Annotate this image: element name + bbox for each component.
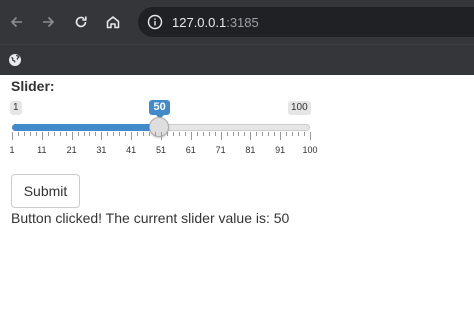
slider-minor-tick: [149, 132, 151, 136]
slider-minor-tick: [166, 132, 168, 136]
slider-minor-tick: [172, 132, 174, 136]
slider-minor-tick: [23, 132, 25, 136]
slider-minor-tick: [274, 132, 276, 136]
slider-minor-tick: [256, 132, 258, 136]
slider-minor-tick: [77, 132, 79, 136]
slider-tick-label: 100: [302, 145, 318, 155]
slider-minor-tick: [184, 132, 186, 136]
url-port: :3185: [226, 14, 259, 30]
back-icon: [10, 16, 22, 28]
slider-minor-tick: [292, 132, 294, 136]
slider-minor-tick: [178, 132, 180, 136]
slider-minor-tick: [304, 132, 306, 136]
slider-minor-tick: [155, 132, 157, 136]
slider-minor-tick: [298, 132, 300, 136]
slider-label: Slider:: [11, 78, 55, 94]
slider-max-label: 100: [288, 101, 311, 115]
slider-minor-tick: [238, 132, 240, 136]
slider-tick-label: 1: [9, 145, 15, 155]
slider-minor-tick: [226, 132, 228, 136]
slider-minor-tick: [59, 132, 61, 136]
home-icon: [106, 16, 120, 29]
result-message: Button clicked! The current slider value…: [11, 210, 290, 226]
slider-fill: [12, 124, 160, 131]
slider-minor-tick: [208, 132, 210, 136]
slider-minor-tick: [125, 132, 127, 136]
slider-tick: [161, 132, 162, 140]
slider-tick-label: 61: [185, 145, 196, 155]
slider-minor-tick: [119, 132, 121, 136]
slider-minor-tick: [17, 132, 19, 136]
reload-icon: [75, 16, 87, 28]
slider-minor-tick: [89, 132, 91, 136]
slider-tick: [101, 132, 103, 140]
slider-tick-label: 11: [37, 145, 47, 155]
slider-tick: [71, 132, 73, 140]
slider-min-label: 1: [10, 101, 22, 115]
slider-tick: [280, 132, 282, 140]
slider-minor-tick: [35, 132, 37, 136]
slider-tick-label: 31: [96, 145, 107, 155]
slider-minor-tick: [137, 132, 139, 136]
slider-minor-tick: [244, 132, 246, 136]
slider-tick-label: 51: [155, 145, 167, 155]
slider-tick: [12, 132, 13, 140]
slider-tick-label: 71: [215, 145, 226, 155]
browser-toolbar: 127.0.0.1:3185: [0, 0, 474, 44]
forward-button[interactable]: [34, 8, 62, 36]
slider-minor-tick: [107, 132, 109, 136]
address-bar[interactable]: 127.0.0.1:3185: [138, 7, 474, 37]
slider-tick: [41, 132, 43, 140]
slider-minor-tick: [53, 132, 55, 136]
slider-tick: [131, 132, 133, 140]
back-button[interactable]: [3, 8, 31, 36]
slider-minor-tick: [65, 132, 67, 136]
slider-minor-tick: [202, 132, 204, 136]
home-button[interactable]: [99, 8, 127, 36]
url-host: 127.0.0.1: [172, 14, 227, 30]
slider-minor-tick: [29, 132, 31, 136]
slider-tick-label: 21: [66, 145, 77, 155]
slider-minor-tick: [83, 132, 85, 136]
slider-tick: [190, 132, 192, 140]
slider-minor-tick: [232, 132, 234, 136]
bookmarks-bar: [0, 44, 474, 75]
slider-minor-tick: [143, 132, 145, 136]
slider-minor-tick: [286, 132, 288, 136]
url-text: 127.0.0.1:3185: [172, 15, 259, 30]
slider-minor-tick: [95, 132, 97, 136]
slider-minor-tick: [214, 132, 216, 136]
slider-minor-tick: [47, 132, 49, 136]
slider-minor-tick: [262, 132, 264, 136]
slider-grid: 1 11 21 31 41 51 61 71 81 91 100: [9, 132, 318, 158]
slider-minor-tick: [268, 132, 270, 136]
globe-icon[interactable]: [6, 51, 24, 69]
info-icon[interactable]: [146, 13, 164, 31]
slider-minor-tick: [113, 132, 115, 136]
slider-tick: [250, 132, 252, 140]
submit-button[interactable]: Submit: [11, 174, 80, 208]
slider-tick-label: 41: [126, 145, 137, 155]
forward-icon: [43, 16, 55, 28]
slider-minor-tick: [196, 132, 198, 136]
reload-button[interactable]: [67, 8, 95, 36]
slider-tick: [220, 132, 222, 140]
slider-tick-label: 81: [245, 145, 256, 155]
slider-tick-label: 91: [275, 145, 286, 155]
slider-tick: [310, 132, 311, 140]
slider-value-label: 50: [149, 100, 170, 119]
